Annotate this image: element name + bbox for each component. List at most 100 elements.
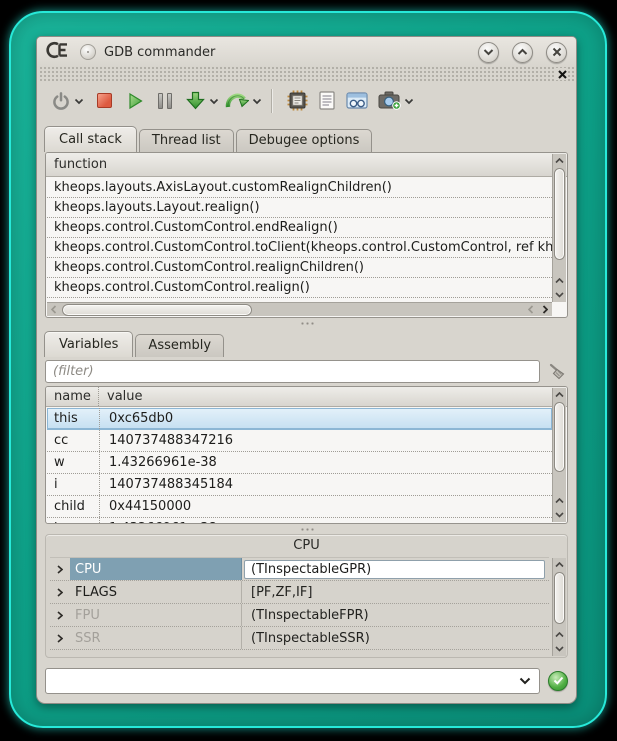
dock-handle[interactable] (38, 67, 575, 82)
pause-button[interactable] (158, 93, 172, 109)
variable-row[interactable]: child 0x44150000 (47, 496, 552, 518)
scroll-left-icon[interactable] (524, 303, 538, 316)
scrollbar-track[interactable] (61, 303, 524, 316)
tab-call-stack[interactable]: Call stack (44, 126, 137, 152)
tab-variables[interactable]: Variables (44, 331, 133, 357)
run-button[interactable] (126, 92, 144, 110)
step-into-icon (185, 91, 206, 111)
callstack-row[interactable]: kheops.control.CustomControl.realign() (47, 278, 552, 298)
power-button[interactable] (51, 91, 71, 111)
titlebar[interactable]: GDB commander (37, 37, 576, 67)
scroll-up-icon[interactable] (553, 154, 566, 168)
expand-arrow-icon[interactable] (50, 588, 70, 597)
callstack-header[interactable]: function (46, 153, 567, 177)
close-button[interactable] (546, 42, 567, 63)
callstack-row[interactable]: kheops.control.CustomControl.endRealign(… (47, 218, 552, 238)
command-combobox[interactable] (45, 668, 540, 694)
variable-value: 140737488347216 (100, 430, 552, 451)
filter-row (45, 359, 568, 383)
variables-list: this 0xc65db0 cc 140737488347216 w 1.432… (47, 408, 552, 523)
scrollbar-buttons (553, 274, 566, 302)
inspector-label[interactable]: CPU (70, 558, 242, 580)
scroll-up-icon[interactable] (553, 494, 566, 508)
inspector-label[interactable]: SSR (70, 627, 242, 649)
variable-value: 1.43266961e-38 (100, 452, 552, 473)
variable-row[interactable]: b 1.43266961e-38 (47, 518, 552, 523)
scrollbar-thumb[interactable] (554, 402, 565, 472)
splitter-handle[interactable] (45, 524, 568, 534)
expand-arrow-icon[interactable] (50, 611, 70, 620)
scroll-left-icon[interactable] (47, 303, 61, 316)
command-input[interactable] (46, 669, 539, 693)
callstack-hscrollbar[interactable] (47, 302, 552, 316)
scroll-up-icon[interactable] (553, 558, 566, 572)
splitter-handle[interactable] (45, 318, 568, 328)
cpu-view-button[interactable] (287, 90, 308, 111)
variable-value: 1.43266961e-38 (100, 518, 552, 523)
variable-row[interactable]: w 1.43266961e-38 (47, 452, 552, 474)
output-view-button[interactable] (319, 91, 335, 110)
variable-row[interactable]: i 140737488345184 (47, 474, 552, 496)
scroll-right-icon[interactable] (538, 303, 552, 316)
inspector-value-editor[interactable]: (TInspectableGPR) (244, 560, 545, 579)
scroll-up-icon[interactable] (553, 274, 566, 288)
power-menu-button[interactable] (74, 98, 84, 105)
variables-header[interactable]: name value (46, 387, 567, 407)
step-into-button[interactable] (185, 91, 206, 111)
watch-view-button[interactable] (346, 92, 368, 110)
scroll-up-icon[interactable] (553, 388, 566, 402)
inspector-vscrollbar[interactable] (552, 558, 566, 656)
variable-row[interactable]: cc 140737488347216 (47, 430, 552, 452)
variable-value: 0x44150000 (100, 496, 552, 517)
step-into-menu-button[interactable] (209, 98, 219, 105)
expand-arrow-icon[interactable] (50, 565, 70, 574)
scroll-down-icon[interactable] (553, 508, 566, 522)
execute-button[interactable] (548, 671, 568, 691)
inspector-row-fpu[interactable]: FPU (TInspectableFPR) (50, 604, 549, 627)
callstack-row[interactable]: kheops.control.CustomControl.realignChil… (47, 258, 552, 278)
stop-button[interactable] (97, 93, 112, 108)
snapshot-button[interactable] (378, 91, 401, 110)
callstack-vscrollbar[interactable] (552, 154, 566, 302)
inspector-row-cpu[interactable]: CPU (TInspectableGPR) (50, 558, 549, 581)
window-menu-button[interactable] (80, 44, 96, 60)
callstack-row[interactable]: kheops.layouts.AxisLayout.customRealignC… (47, 178, 552, 198)
column-header-name[interactable]: name (46, 387, 99, 406)
dock-close-button[interactable] (556, 68, 568, 80)
groupbox-title: CPU (46, 535, 567, 557)
callstack-row[interactable]: kheops.layouts.Layout.realign() (47, 198, 552, 218)
column-header-value[interactable]: value (99, 387, 151, 406)
filter-input[interactable] (45, 360, 540, 383)
scroll-down-icon[interactable] (553, 288, 566, 302)
inspector-row-ssr[interactable]: SSR (TInspectableSSR) (50, 627, 549, 650)
column-header-function[interactable]: function (46, 153, 115, 176)
document-icon (319, 91, 335, 110)
maximize-button[interactable] (512, 42, 533, 63)
minimize-button[interactable] (478, 42, 499, 63)
scrollbar-thumb[interactable] (554, 572, 565, 624)
tab-assembly[interactable]: Assembly (135, 334, 224, 357)
tab-thread-list[interactable]: Thread list (139, 129, 234, 152)
scrollbar-thumb[interactable] (554, 168, 565, 260)
callstack-row[interactable]: kheops.control.CustomControl.toClient(kh… (47, 238, 552, 258)
inspector-label[interactable]: FLAGS (70, 581, 242, 603)
scroll-up-icon[interactable] (553, 628, 566, 642)
variable-row[interactable]: this 0xc65db0 (47, 408, 552, 430)
broom-icon (548, 363, 567, 380)
tab-debugee-options[interactable]: Debugee options (236, 129, 373, 152)
variables-vscrollbar[interactable] (552, 388, 566, 522)
inspector-row-flags[interactable]: FLAGS [PF,ZF,IF] (50, 581, 549, 604)
camera-add-icon (378, 91, 401, 110)
expand-arrow-icon[interactable] (50, 634, 70, 643)
step-over-button[interactable] (225, 91, 249, 111)
inspector-label[interactable]: FPU (70, 604, 242, 626)
scrollbar-thumb[interactable] (62, 304, 252, 316)
clear-filter-button[interactable] (546, 360, 568, 382)
step-over-menu-button[interactable] (252, 98, 262, 105)
combobox-dropdown-button[interactable] (519, 677, 531, 685)
pause-icon (158, 93, 163, 109)
variable-name: i (47, 474, 100, 495)
snapshot-menu-button[interactable] (404, 98, 414, 105)
scroll-down-icon[interactable] (553, 642, 566, 656)
cpu-chip-icon (287, 90, 308, 111)
